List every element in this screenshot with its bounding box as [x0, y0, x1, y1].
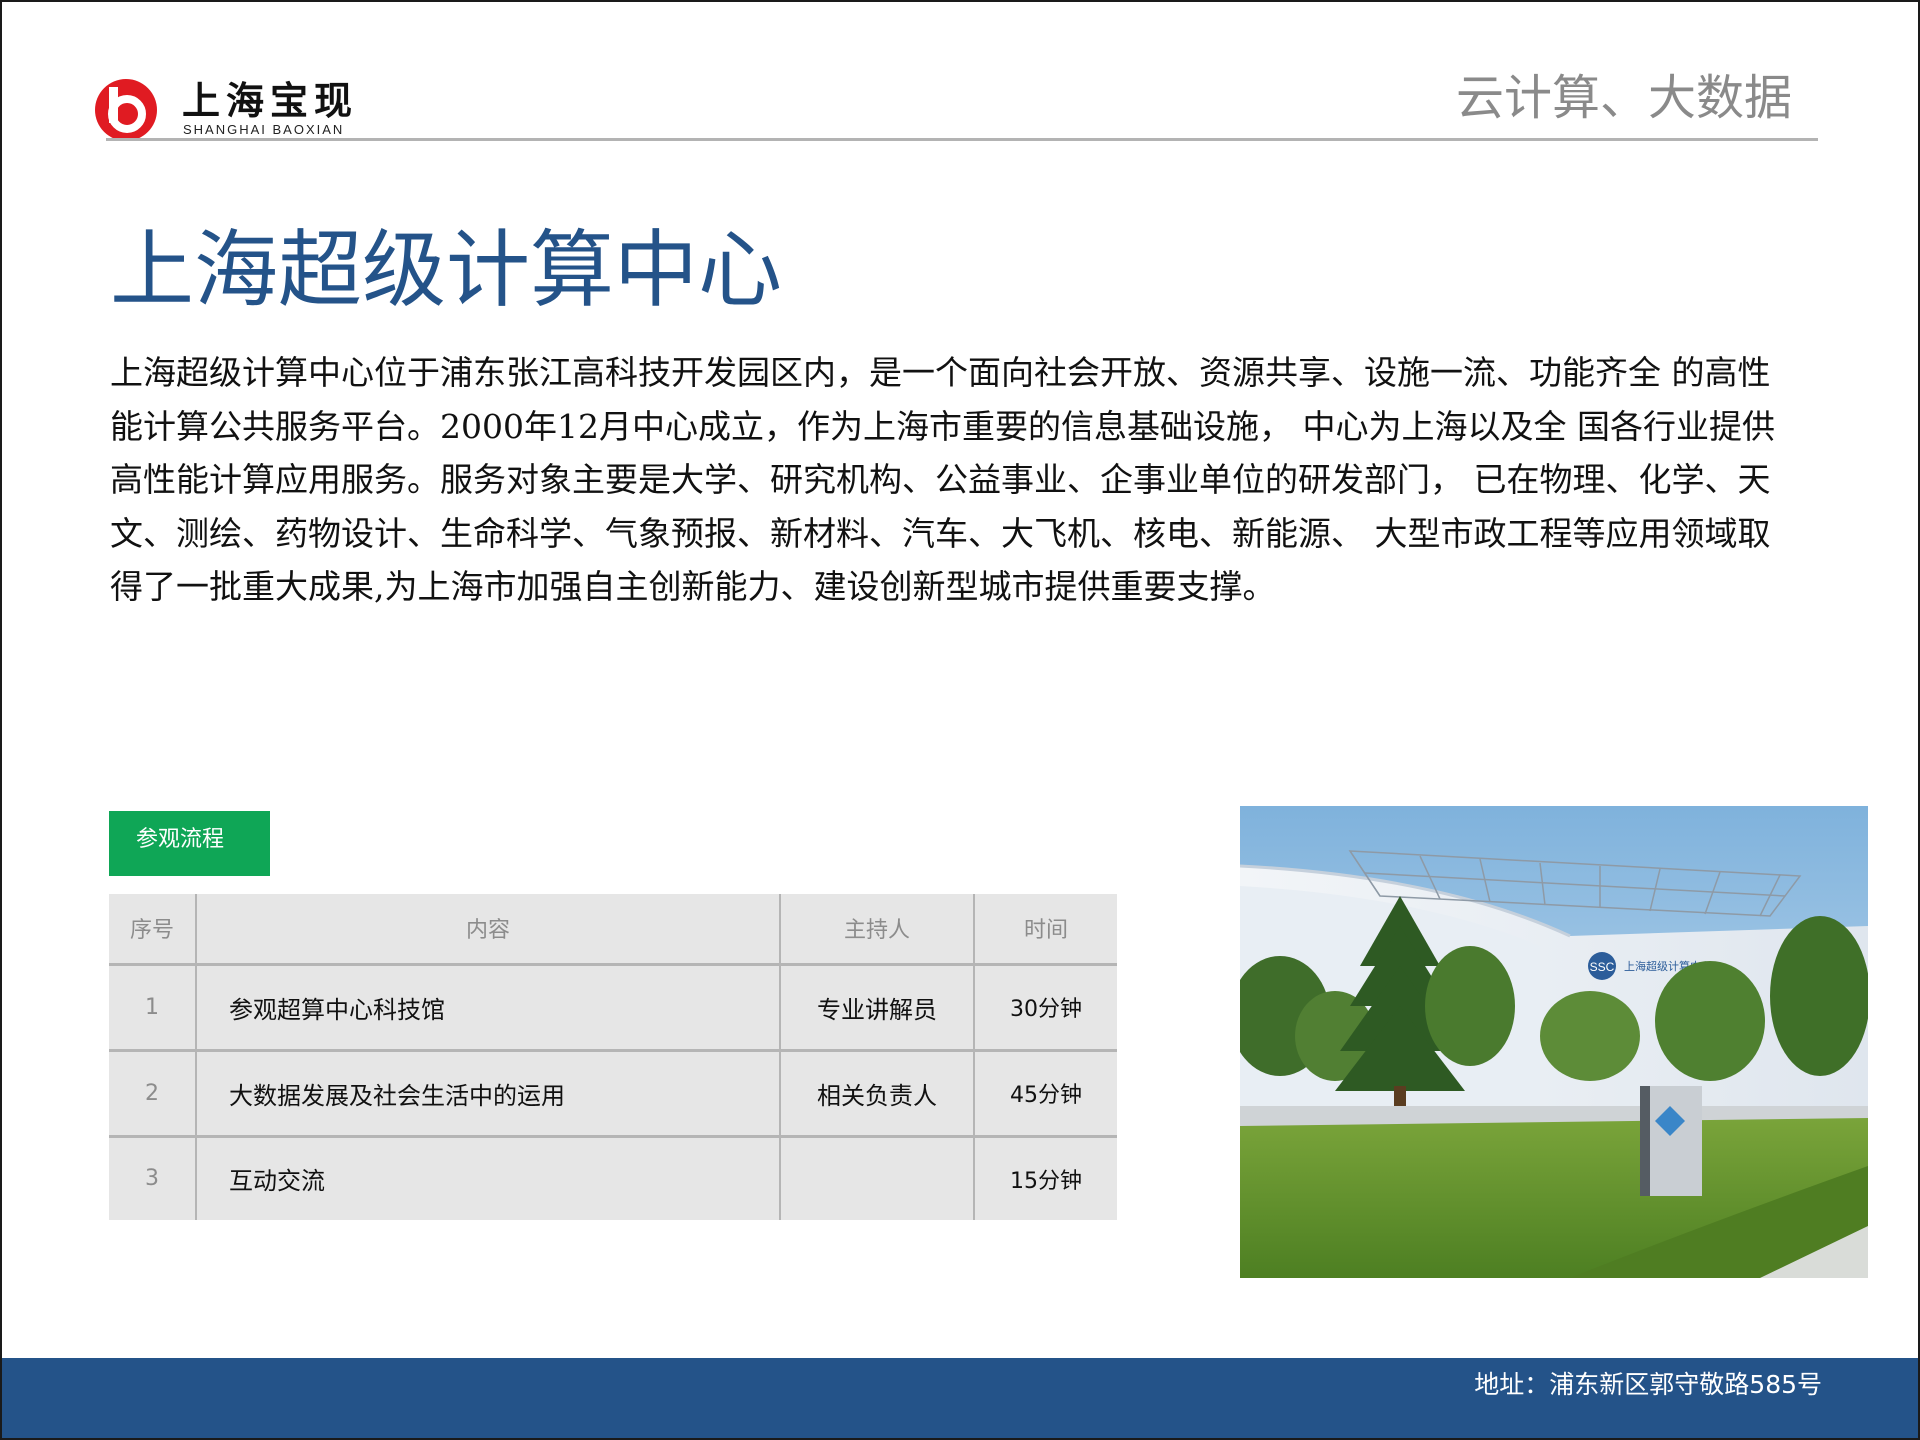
brand-name: 上海宝现: [182, 79, 359, 123]
row-no: 3: [109, 1136, 197, 1220]
row-no: 2: [109, 1050, 197, 1138]
row-host: 相关负责人: [780, 1050, 975, 1138]
table-row: 1 参观超算中心科技馆 专业讲解员 30分钟: [109, 964, 1117, 1052]
header-content: 内容: [196, 894, 781, 966]
row-host: 专业讲解员: [780, 964, 975, 1052]
row-content: 互动交流: [196, 1136, 781, 1220]
visit-schedule-table: 序号 内容 主持人 时间 1 参观超算中心科技馆 专业讲解员 30分钟 2 大数…: [109, 894, 1117, 1220]
table-row: 2 大数据发展及社会生活中的运用 相关负责人 45分钟: [109, 1050, 1117, 1138]
visit-process-tag: 参观流程: [109, 811, 270, 876]
intro-paragraph: 上海超级计算中心位于浦东张江高科技开发园区内，是一个面向社会开放、资源共享、设施…: [110, 353, 1775, 606]
header-no: 序号: [109, 894, 197, 966]
section-title: 云计算、大数据: [1455, 70, 1792, 126]
header-time: 时间: [974, 894, 1117, 966]
row-content: 参观超算中心科技馆: [196, 964, 781, 1052]
table-header-row: 序号 内容 主持人 时间: [109, 894, 1117, 966]
row-content: 大数据发展及社会生活中的运用: [196, 1050, 781, 1138]
footer-bar: 地址：浦东新区郭守敬路585号: [2, 1358, 1918, 1438]
address-text: 地址：浦东新区郭守敬路585号: [1474, 1370, 1822, 1399]
building-photo: SSC 上海超级计算中心: [1240, 806, 1868, 1278]
row-host: [780, 1136, 975, 1220]
header-host: 主持人: [780, 894, 975, 966]
building-sign-logo: SSC: [1590, 960, 1615, 974]
table-row: 3 互动交流 15分钟: [109, 1136, 1117, 1220]
row-time: 45分钟: [974, 1050, 1117, 1138]
brand-name-english: SHANGHAI BAOXIAN: [183, 122, 345, 137]
row-no: 1: [109, 964, 197, 1052]
row-time: 30分钟: [974, 964, 1117, 1052]
page-title: 上海超级计算中心: [110, 221, 783, 319]
brand-logo-icon: [95, 79, 157, 141]
header-divider: [106, 138, 1818, 141]
slide: 上海宝现 SHANGHAI BAOXIAN 云计算、大数据 上海超级计算中心 上…: [0, 0, 1920, 1440]
row-time: 15分钟: [1010, 1168, 1082, 1194]
